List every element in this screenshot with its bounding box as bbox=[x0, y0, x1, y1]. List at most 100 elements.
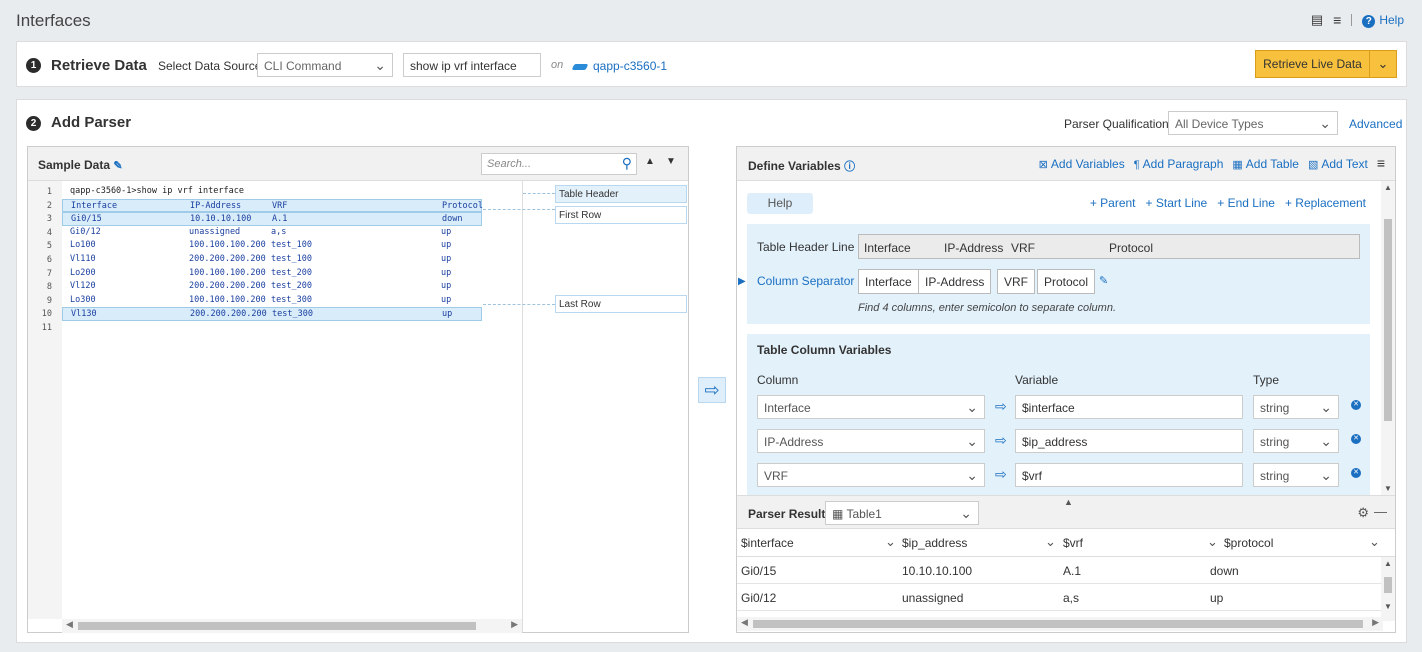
scroll-up-icon[interactable]: ▲ bbox=[1384, 183, 1392, 192]
horizontal-scrollbar[interactable]: ◀ ▶ bbox=[62, 619, 522, 633]
edit-pencil-icon[interactable]: ✎ bbox=[1099, 274, 1108, 287]
chevron-down-icon[interactable]: ⌄ bbox=[1207, 534, 1218, 550]
result-col-header[interactable]: $interface bbox=[741, 536, 794, 550]
chevron-down-icon: ⌄ bbox=[1319, 115, 1331, 131]
chevron-down-icon[interactable]: ⌄ bbox=[885, 534, 896, 550]
first-row-marker[interactable]: First Row bbox=[555, 206, 687, 224]
add-replacement-link[interactable]: + Replacement bbox=[1285, 196, 1366, 210]
search-icon[interactable]: ⚲ bbox=[622, 155, 632, 172]
list-sort-icon[interactable]: ≡ bbox=[1333, 12, 1341, 28]
previous-match-icon[interactable]: ▲ bbox=[645, 156, 655, 167]
advanced-link[interactable]: Advanced bbox=[1349, 117, 1402, 131]
separator-cell[interactable]: Protocol bbox=[1037, 269, 1096, 294]
parser-qualification-select[interactable]: All Device Types ⌄ bbox=[1168, 111, 1338, 135]
menu-icon[interactable]: ≡ bbox=[1377, 156, 1385, 171]
scrollbar-thumb[interactable] bbox=[1384, 219, 1392, 421]
result-col-header[interactable]: $ip_address bbox=[902, 536, 967, 550]
code-line[interactable]: qapp-c3560-1>show ip vrf interface bbox=[62, 185, 482, 199]
remove-icon[interactable]: ✕ bbox=[1351, 434, 1361, 444]
vertical-scrollbar[interactable]: ▲ ▼ bbox=[1381, 181, 1395, 495]
scroll-right-icon[interactable]: ▶ bbox=[1372, 617, 1379, 628]
add-start-line-link[interactable]: + Start Line bbox=[1146, 196, 1208, 210]
add-variables-icon: ⊠ bbox=[1038, 159, 1048, 171]
table-header-section: Table Header Line Interface IP-Address V… bbox=[738, 224, 1370, 324]
code-line[interactable]: Lo200 100.100.100.200 test_200 up bbox=[62, 267, 482, 281]
code-cell: 100.100.100.200 bbox=[189, 267, 266, 278]
result-cell: Gi0/15 bbox=[741, 564, 777, 578]
data-source-select[interactable]: CLI Command ⌄ bbox=[257, 53, 393, 77]
scroll-right-icon[interactable]: ▶ bbox=[511, 619, 518, 630]
code-line[interactable]: Gi0/15 10.10.10.100 A.1 down bbox=[62, 212, 482, 226]
scroll-up-icon[interactable]: ▲ bbox=[1384, 559, 1392, 568]
expand-arrow-icon[interactable]: ▶ bbox=[738, 276, 746, 287]
result-col-header[interactable]: $vrf bbox=[1063, 536, 1083, 550]
last-row-marker[interactable]: Last Row bbox=[555, 295, 687, 313]
column-separator-label: Column Separator bbox=[757, 274, 855, 288]
result-row[interactable]: Gi0/15 10.10.10.100 A.1 down bbox=[737, 557, 1382, 584]
collapse-caret-icon[interactable]: ▲ bbox=[1064, 497, 1073, 507]
device-link[interactable]: qapp-c3560-1 bbox=[571, 59, 667, 73]
scroll-down-icon[interactable]: ▼ bbox=[1384, 484, 1392, 493]
table-column-variables-section: Table Column Variables Column Variable T… bbox=[747, 334, 1370, 509]
add-paragraph-button[interactable]: ¶ Add Paragraph bbox=[1134, 157, 1224, 171]
separator-cell[interactable]: VRF bbox=[997, 269, 1035, 294]
next-match-icon[interactable]: ▼ bbox=[666, 156, 676, 167]
variable-input[interactable]: $ip_address bbox=[1015, 429, 1243, 453]
code-line[interactable]: Vl130 200.200.200.200 test_300 up bbox=[62, 307, 482, 321]
sample-data-panel: Sample Data ✎ Search... ⚲ ▲ ▼ 1 2 3 4 5 6 7 8 9 10… bbox=[27, 146, 689, 633]
edit-pencil-icon[interactable]: ✎ bbox=[113, 160, 122, 172]
chevron-down-icon: ⌄ bbox=[966, 399, 978, 415]
transfer-arrow-button[interactable]: ⇨ bbox=[698, 377, 726, 403]
result-vertical-scrollbar[interactable]: ▲ ▼ bbox=[1381, 557, 1395, 621]
type-select[interactable]: string ⌄ bbox=[1253, 395, 1339, 419]
result-horizontal-scrollbar[interactable]: ◀ ▶ bbox=[737, 617, 1383, 631]
remove-icon[interactable]: ✕ bbox=[1351, 400, 1361, 410]
code-line[interactable]: Gi0/12 unassigned a,s up bbox=[62, 226, 482, 240]
save-icon[interactable]: ▤ bbox=[1311, 12, 1323, 28]
code-line[interactable] bbox=[62, 321, 482, 335]
minimize-icon[interactable]: — bbox=[1374, 504, 1387, 519]
variable-input[interactable]: $vrf bbox=[1015, 463, 1243, 487]
code-line[interactable]: Interface IP-Address VRF Protocol bbox=[62, 198, 483, 213]
code-line[interactable]: Lo100 100.100.100.200 test_100 up bbox=[62, 239, 482, 253]
chevron-down-icon[interactable]: ⌄ bbox=[1045, 534, 1056, 550]
scroll-down-icon[interactable]: ▼ bbox=[1384, 602, 1392, 611]
code-line[interactable]: Lo300 100.100.100.200 test_300 up bbox=[62, 294, 482, 308]
scrollbar-thumb[interactable] bbox=[753, 620, 1363, 628]
scrollbar-thumb[interactable] bbox=[1384, 577, 1392, 593]
chevron-down-icon[interactable]: ⌄ bbox=[1370, 51, 1396, 77]
result-table-select[interactable]: ▦ Table1 ⌄ bbox=[825, 501, 979, 525]
column-select[interactable]: IP-Address ⌄ bbox=[757, 429, 985, 453]
remove-icon[interactable]: ✕ bbox=[1351, 468, 1361, 478]
chevron-down-icon[interactable]: ⌄ bbox=[1369, 534, 1380, 550]
type-select[interactable]: string ⌄ bbox=[1253, 429, 1339, 453]
column-select[interactable]: Interface ⌄ bbox=[757, 395, 985, 419]
result-row[interactable]: Gi0/12 unassigned a,s up bbox=[737, 584, 1382, 611]
add-text-button[interactable]: ▧ Add Text bbox=[1308, 157, 1368, 171]
separator-cell[interactable]: Interface bbox=[858, 269, 919, 294]
command-input[interactable]: show ip vrf interface bbox=[403, 53, 541, 77]
add-variables-button[interactable]: ⊠ Add Variables bbox=[1039, 157, 1125, 171]
retrieve-live-data-button[interactable]: Retrieve Live Data ⌄ bbox=[1255, 50, 1397, 78]
help-link[interactable]: ? Help bbox=[1362, 13, 1404, 28]
column-select[interactable]: VRF ⌄ bbox=[757, 463, 985, 487]
scroll-left-icon[interactable]: ◀ bbox=[66, 619, 73, 630]
table-header-marker[interactable]: Table Header bbox=[555, 185, 687, 203]
variable-input[interactable]: $interface bbox=[1015, 395, 1243, 419]
code-line[interactable]: Vl110 200.200.200.200 test_100 up bbox=[62, 253, 482, 267]
row-markers-column: Table Header First Row Last Row bbox=[483, 181, 688, 632]
scroll-left-icon[interactable]: ◀ bbox=[741, 617, 748, 628]
add-parent-link[interactable]: + Parent bbox=[1090, 196, 1136, 210]
sample-code-area[interactable]: qapp-c3560-1>show ip vrf interface Interf… bbox=[62, 181, 522, 619]
gear-icon[interactable]: ⚙ bbox=[1357, 505, 1369, 521]
add-end-line-link[interactable]: + End Line bbox=[1217, 196, 1275, 210]
help-tab[interactable]: Help bbox=[747, 193, 813, 214]
add-table-button[interactable]: ▦ Add Table bbox=[1232, 157, 1299, 171]
scrollbar-thumb[interactable] bbox=[78, 622, 476, 630]
code-line[interactable]: Vl120 200.200.200.200 test_200 up bbox=[62, 280, 482, 294]
type-select[interactable]: string ⌄ bbox=[1253, 463, 1339, 487]
separator-cell[interactable]: IP-Address bbox=[918, 269, 992, 294]
result-col-header[interactable]: $protocol bbox=[1224, 536, 1273, 550]
sample-search-input[interactable]: Search... ⚲ bbox=[481, 153, 637, 175]
info-icon[interactable]: ⓘ bbox=[844, 161, 855, 173]
